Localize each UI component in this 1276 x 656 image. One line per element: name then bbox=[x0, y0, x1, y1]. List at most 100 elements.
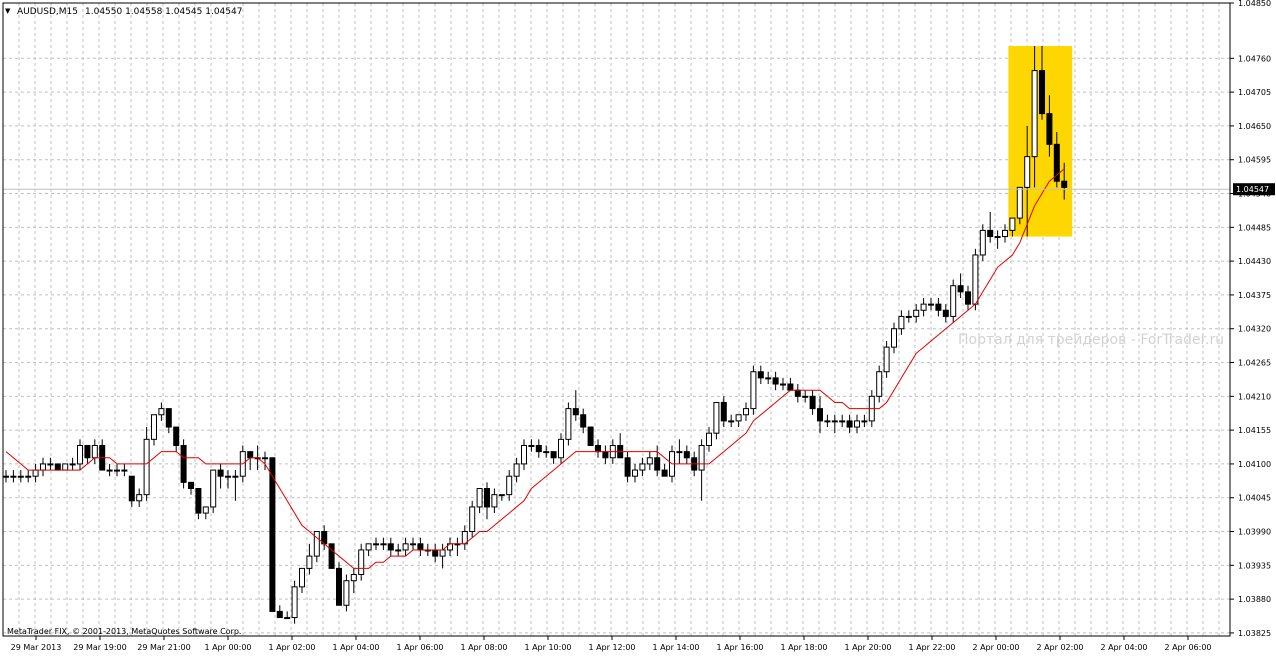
candle-body bbox=[3, 475, 9, 478]
price-tick-label: 1.04850 bbox=[1238, 0, 1271, 8]
candle-body bbox=[128, 475, 135, 502]
candle-body bbox=[587, 426, 594, 446]
time-tick-label: 1 Apr 10:00 bbox=[524, 643, 571, 652]
candle-body bbox=[25, 475, 32, 478]
candle-body bbox=[1031, 70, 1038, 158]
candle-body bbox=[476, 488, 483, 508]
candle-body bbox=[535, 444, 542, 453]
candle-body bbox=[365, 543, 372, 551]
candle-body bbox=[521, 444, 527, 465]
candle-body bbox=[32, 469, 39, 477]
candle-body bbox=[817, 408, 823, 422]
candle-body bbox=[809, 395, 816, 410]
candle-body bbox=[1039, 70, 1045, 115]
price-tick-label: 1.04375 bbox=[1238, 291, 1271, 300]
candle-body bbox=[728, 420, 735, 423]
candle-body bbox=[935, 303, 942, 311]
candle-body bbox=[787, 383, 794, 391]
time-tick-label: 1 Apr 02:00 bbox=[268, 643, 315, 652]
time-tick-label: 1 Apr 16:00 bbox=[716, 643, 763, 652]
candle-body bbox=[831, 420, 838, 423]
time-tick-label: 1 Apr 08:00 bbox=[460, 643, 507, 652]
candle-body bbox=[469, 506, 476, 533]
candle-body bbox=[942, 309, 949, 317]
candle-body bbox=[950, 285, 957, 317]
candle-body bbox=[632, 469, 638, 477]
candle-body bbox=[743, 408, 749, 416]
candle-body bbox=[432, 549, 439, 557]
candle-body bbox=[173, 426, 180, 446]
time-tick-label: 1 Apr 20:00 bbox=[844, 643, 891, 652]
candle-body bbox=[646, 457, 653, 465]
candle-body bbox=[402, 543, 409, 551]
candle-body bbox=[217, 469, 224, 477]
candle-body bbox=[17, 475, 24, 478]
candle-body bbox=[595, 444, 601, 453]
candle-body bbox=[928, 303, 934, 306]
candle-body bbox=[77, 444, 83, 465]
candle-body bbox=[883, 346, 890, 373]
candle-body bbox=[136, 494, 143, 502]
price-chart[interactable]: 1.04850 1.04760 1.04705 1.04650 1.04595 1.045… bbox=[0, 0, 1276, 656]
candle-body bbox=[854, 420, 860, 428]
candle-body bbox=[180, 444, 187, 483]
candle-body bbox=[114, 469, 120, 472]
candle-body bbox=[484, 488, 490, 508]
price-tick-label: 1.04485 bbox=[1238, 223, 1271, 232]
candle-body bbox=[343, 580, 350, 606]
candle-body bbox=[905, 315, 912, 318]
candle-body bbox=[683, 451, 690, 459]
candle-body bbox=[195, 488, 202, 514]
candle-body bbox=[1002, 229, 1008, 238]
time-tick-label: 1 Apr 12:00 bbox=[588, 643, 635, 652]
candle-body bbox=[313, 531, 320, 557]
candle-body bbox=[143, 438, 150, 496]
price-tick-label: 1.04760 bbox=[1238, 54, 1271, 63]
time-tick-label: 2 Apr 04:00 bbox=[1100, 643, 1147, 652]
collapse-glyph[interactable]: ▼ bbox=[5, 7, 11, 15]
candle-body bbox=[350, 574, 357, 582]
candle-body bbox=[269, 457, 276, 612]
candle-body bbox=[158, 408, 165, 416]
candle-body bbox=[987, 229, 994, 238]
candle-body bbox=[491, 494, 498, 508]
candle-body bbox=[151, 414, 157, 440]
time-tick-label: 2 Apr 02:00 bbox=[1036, 643, 1083, 652]
candle-body bbox=[972, 254, 979, 305]
candle-body bbox=[328, 543, 335, 569]
candle-body bbox=[543, 451, 550, 454]
candle-body bbox=[661, 469, 668, 477]
candle-body bbox=[824, 420, 831, 423]
candle-body bbox=[735, 414, 742, 422]
candle-body bbox=[291, 586, 298, 619]
time-tick-label: 29 Mar 2013 bbox=[11, 643, 62, 652]
time-tick-label: 1 Apr 06:00 bbox=[396, 643, 443, 652]
candle-body bbox=[654, 457, 661, 471]
candle-body bbox=[979, 229, 986, 256]
candle-body bbox=[528, 444, 535, 447]
candle-body bbox=[639, 463, 646, 471]
candle-body bbox=[417, 543, 424, 551]
price-tick-label: 1.04045 bbox=[1238, 494, 1271, 503]
candle-body bbox=[165, 408, 172, 428]
price-tick-label: 1.04320 bbox=[1238, 325, 1271, 334]
price-tick-label: 1.03990 bbox=[1238, 528, 1271, 537]
candle-body bbox=[898, 315, 905, 330]
price-tick-label: 1.04265 bbox=[1238, 359, 1271, 368]
candle-body bbox=[410, 543, 416, 546]
candle-body bbox=[10, 475, 17, 478]
watermark-text: Портал для трейдеров - ForTrader.ru bbox=[958, 332, 1224, 348]
candle-body bbox=[373, 543, 379, 546]
candle-body bbox=[380, 543, 387, 546]
candle-body bbox=[1061, 180, 1068, 188]
candle-body bbox=[765, 377, 772, 380]
price-tick-label: 1.03935 bbox=[1238, 561, 1271, 570]
price-tick-label: 1.04430 bbox=[1238, 257, 1271, 266]
candle-body bbox=[1046, 113, 1053, 145]
time-tick-label: 29 Mar 19:00 bbox=[73, 643, 126, 652]
candle-body bbox=[276, 610, 283, 619]
candle-body bbox=[965, 291, 971, 305]
candle-body bbox=[210, 469, 217, 508]
price-tick-label: 1.04100 bbox=[1238, 460, 1271, 469]
candle-body bbox=[506, 475, 513, 496]
